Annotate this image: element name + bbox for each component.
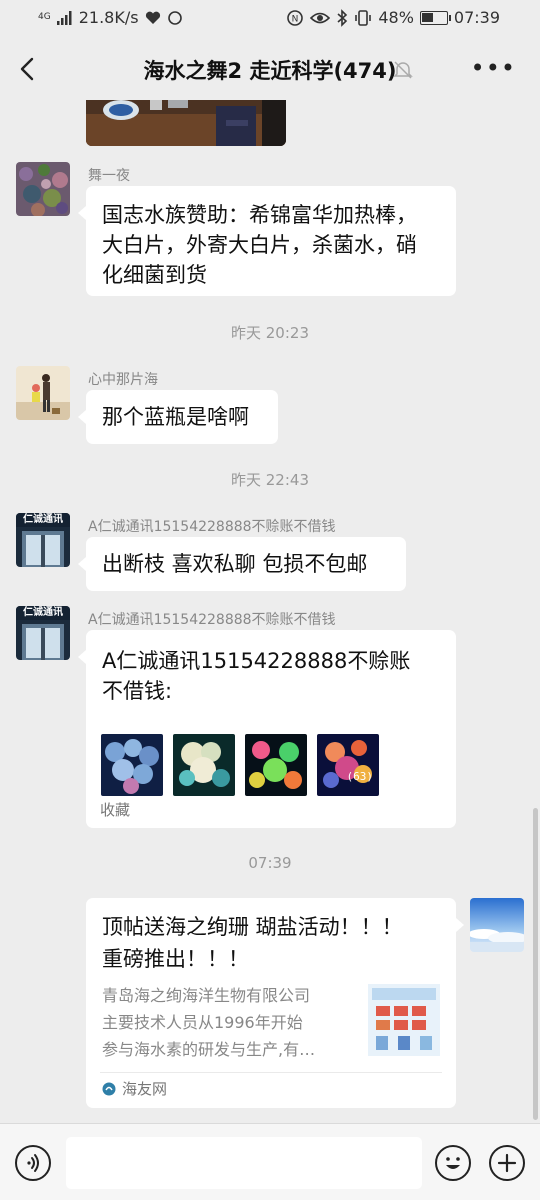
link-source: 海友网 xyxy=(122,1080,168,1098)
avatar-image xyxy=(16,162,70,216)
image-count: (63) xyxy=(346,770,374,783)
heart-icon xyxy=(145,11,160,24)
emoji-glyph xyxy=(446,1157,460,1169)
clock: 07:39 xyxy=(453,8,500,27)
battery-icon xyxy=(419,10,451,25)
link-thumbnail xyxy=(368,984,440,1056)
product-image xyxy=(368,984,440,1056)
coral-thumbnail[interactable] xyxy=(101,734,163,796)
link-description-line: 主要技术人员从1996年开始 xyxy=(102,1013,303,1032)
avatar[interactable] xyxy=(16,162,70,216)
bluetooth-icon xyxy=(337,8,348,27)
link-card[interactable]: 顶帖送海之绚珊 瑚盐活动！！！ 重磅推出！！！ 青岛海之绚海洋生物有限公司 主要… xyxy=(86,898,464,1108)
bell-mute-icon xyxy=(393,61,413,79)
avatar-sign: 仁诚通讯 xyxy=(23,607,63,618)
timestamp: 07:39 xyxy=(248,854,292,872)
coral-image xyxy=(101,734,163,796)
timestamp: 昨天 22:43 xyxy=(231,471,309,489)
avatar[interactable] xyxy=(16,366,70,420)
message-bubble[interactable]: 那个蓝瓶是啥啊 xyxy=(78,390,278,444)
link-title: 顶帖送海之绚珊 瑚盐活动！！！ 重磅推出！！！ xyxy=(102,911,442,975)
message-bubble[interactable]: 国志水族赞助：希锦富华加热棒， 大白片，外寄大白片，杀菌水，硝 化细菌到货 xyxy=(78,186,456,296)
plus-glyph xyxy=(497,1153,517,1173)
chat-title: 海水之舞2 走近科学(474) xyxy=(143,59,397,83)
link-divider xyxy=(100,1072,442,1073)
battery-percent: 48% xyxy=(378,8,414,27)
coral-thumbnail[interactable] xyxy=(245,734,307,796)
self-avatar[interactable] xyxy=(470,898,524,952)
sender-name: A仁诚通讯15154228888不赊账不借钱 xyxy=(88,519,336,535)
signal-icon xyxy=(56,10,72,25)
previous-image-message[interactable] xyxy=(86,100,286,146)
avatar-image xyxy=(16,366,70,420)
shelf-photo xyxy=(86,100,286,146)
link-title-line: 顶帖送海之绚珊 瑚盐活动！！！ xyxy=(102,915,403,939)
coral-thumbnail[interactable]: (63) xyxy=(317,734,379,796)
status-bar: 4G 21.8K/s N 48% 07:39 xyxy=(0,0,540,38)
avatar[interactable]: 仁诚通讯 xyxy=(16,606,70,660)
input-bar xyxy=(0,1123,540,1200)
message-line: 国志水族赞助：希锦富华加热棒， xyxy=(102,203,417,227)
status-right: N 48% 07:39 xyxy=(286,8,500,27)
avatar-sign: 仁诚通讯 xyxy=(23,514,63,525)
avatar[interactable]: 仁诚通讯 xyxy=(16,513,70,567)
network-speed: 21.8K/s xyxy=(78,8,139,27)
link-description-line: 青岛海之绚海洋生物有限公司 xyxy=(102,986,311,1005)
sender-name: 舞一夜 xyxy=(88,168,130,184)
card-footer: 收藏 xyxy=(100,801,131,819)
card-title-line: 不借钱: xyxy=(102,679,173,703)
favorites-card[interactable]: A仁诚通讯15154228888不赊账 不借钱: (63) 收藏 xyxy=(78,630,456,828)
more-icon[interactable]: ••• xyxy=(471,54,516,82)
network-type: 4G xyxy=(38,12,51,22)
coral-thumbnail[interactable] xyxy=(173,734,235,796)
emoji-icon[interactable] xyxy=(435,1145,471,1181)
vibrate-icon xyxy=(355,9,372,26)
chat-header: 海水之舞2 走近科学(474) ••• xyxy=(0,38,540,100)
source-logo-icon xyxy=(102,1082,116,1096)
timestamp: 昨天 20:23 xyxy=(231,324,309,342)
message-line: 大白片，外寄大白片，杀菌水，硝 xyxy=(102,233,417,257)
card-title-line: A仁诚通讯15154228888不赊账 xyxy=(102,649,411,673)
voice-glyph xyxy=(27,1154,39,1172)
message-text: 那个蓝瓶是啥啊 xyxy=(102,405,249,429)
nfc-icon: N xyxy=(287,9,304,26)
coral-image xyxy=(245,734,307,796)
link-description: 青岛海之绚海洋生物有限公司 主要技术人员从1996年开始 参与海水素的研发与生产… xyxy=(102,982,362,1063)
eye-icon xyxy=(310,12,331,23)
link-description-line: 参与海水素的研发与生产,有… xyxy=(102,1040,316,1059)
sender-name: 心中那片海 xyxy=(88,372,158,388)
message-text: 出断枝 喜欢私聊 包损不包邮 xyxy=(102,552,368,576)
scrollbar[interactable] xyxy=(533,808,538,1120)
svg-text:N: N xyxy=(292,14,299,24)
status-left: 4G 21.8K/s xyxy=(38,8,183,27)
avatar-image xyxy=(470,898,524,952)
coral-image xyxy=(173,734,235,796)
message-bubble[interactable]: 出断枝 喜欢私聊 包损不包邮 xyxy=(78,537,406,591)
message-list[interactable]: 舞一夜 国志水族赞助：希锦富华加热棒， 大白片，外寄大白片，杀菌水，硝 化细菌到… xyxy=(0,100,540,1123)
message-line: 化细菌到货 xyxy=(102,263,207,287)
circle-icon xyxy=(167,10,182,25)
plus-icon[interactable] xyxy=(489,1145,525,1181)
link-title-line: 重磅推出！！！ xyxy=(102,947,249,971)
message-input[interactable] xyxy=(66,1137,422,1189)
card-title: A仁诚通讯15154228888不赊账 不借钱: xyxy=(102,646,442,706)
voice-icon[interactable] xyxy=(15,1145,51,1181)
battery-level xyxy=(421,12,433,22)
sender-name: A仁诚通讯15154228888不赊账不借钱 xyxy=(88,612,336,628)
